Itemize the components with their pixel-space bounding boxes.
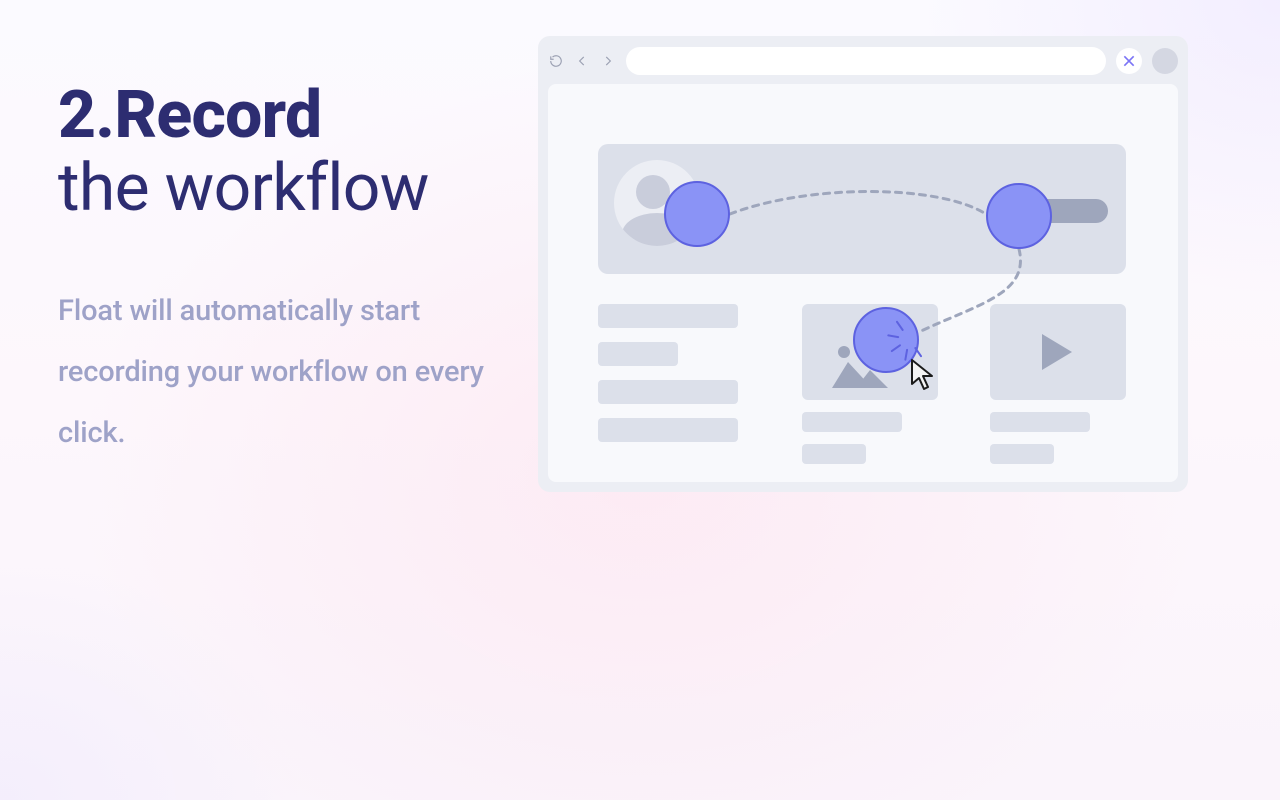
step-text-block: 2.Record the workflow Float will automat… [58, 80, 518, 464]
play-icon [990, 304, 1126, 400]
media-card[interactable] [990, 304, 1126, 464]
float-extension-icon[interactable] [1116, 48, 1142, 74]
step-title: Record [114, 77, 321, 154]
skeleton-line [802, 444, 866, 464]
skeleton-line [802, 412, 902, 432]
browser-page [548, 84, 1178, 482]
profile-avatar[interactable] [1152, 48, 1178, 74]
step-description: Float will automatically start recording… [58, 281, 518, 464]
hero-card [598, 144, 1126, 274]
skeleton-text-column [598, 304, 738, 456]
skeleton-line [598, 342, 678, 366]
image-icon [802, 304, 938, 400]
skeleton-line [598, 380, 738, 404]
skeleton-line [990, 444, 1054, 464]
media-card[interactable] [802, 304, 938, 464]
forward-icon[interactable] [600, 53, 616, 69]
url-bar[interactable] [626, 47, 1106, 75]
skeleton-line [990, 412, 1090, 432]
reload-icon[interactable] [548, 53, 564, 69]
browser-mockup [538, 36, 1188, 492]
step-number: 2. [58, 77, 114, 154]
browser-toolbar [548, 46, 1178, 76]
skeleton-line [598, 418, 738, 442]
hero-avatar-placeholder [614, 160, 700, 246]
skeleton-line [598, 304, 738, 328]
back-icon[interactable] [574, 53, 590, 69]
hero-button-placeholder[interactable] [1018, 199, 1108, 223]
step-subtitle: the workflow [58, 150, 429, 227]
step-heading: 2.Record the workflow [58, 80, 518, 225]
